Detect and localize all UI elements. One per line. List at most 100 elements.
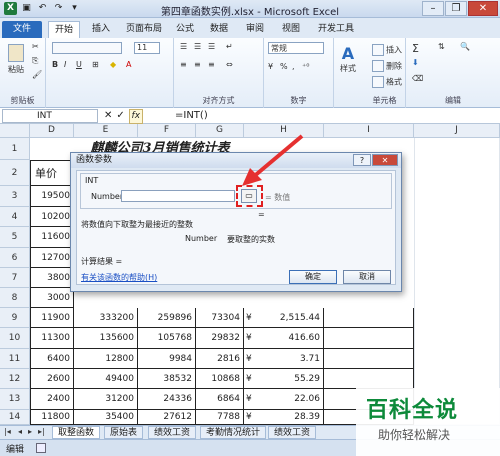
cell-d4[interactable]: 10200	[30, 207, 74, 227]
sheet-tab-int[interactable]: 取整函数	[52, 426, 101, 439]
sheet-tab-performance-2[interactable]: 绩效工资	[268, 426, 317, 439]
fill-color-icon[interactable]: ◆	[110, 60, 116, 69]
table-cell-h[interactable]: 2,515.44	[258, 308, 324, 328]
last-sheet-icon[interactable]: ▸|	[38, 427, 45, 436]
macro-record-icon[interactable]	[36, 443, 46, 453]
table-cell-f[interactable]: 38532	[138, 369, 196, 389]
cell-d5[interactable]: 11600	[30, 227, 74, 248]
table-cell-g[interactable]: 73304	[196, 308, 244, 328]
table-cell-d[interactable]: 2600	[30, 369, 74, 389]
dialog-help-button[interactable]: ?	[353, 154, 371, 166]
font-name-select[interactable]	[52, 42, 124, 54]
row-header-11[interactable]: 11	[0, 349, 30, 369]
table-cell-cur[interactable]: ¥	[244, 369, 258, 389]
tab-page-layout[interactable]: 页面布局	[120, 21, 168, 38]
first-sheet-icon[interactable]: |◂	[4, 427, 11, 436]
tab-review[interactable]: 审阅	[240, 21, 270, 38]
number-arg-input[interactable]	[121, 190, 235, 202]
table-cell-e[interactable]: 135600	[74, 328, 138, 349]
copy-icon[interactable]: ⎘	[32, 56, 38, 66]
align-bottom-icon[interactable]: ☰	[208, 42, 215, 51]
table-cell-e[interactable]: 333200	[74, 308, 138, 328]
cancel-icon[interactable]: ✕	[104, 109, 112, 124]
format-painter-icon[interactable]: 🖌	[32, 70, 42, 79]
cell-d6[interactable]: 12700	[30, 248, 74, 268]
sheet-tab-attendance[interactable]: 考勤情况统计	[200, 426, 267, 439]
row-header-14[interactable]: 14	[0, 410, 30, 425]
restore-button[interactable]: ❐	[445, 1, 467, 16]
font-size-select[interactable]: 11	[134, 42, 160, 54]
column-header-e[interactable]: E	[74, 124, 138, 138]
table-cell-cur[interactable]: ¥	[244, 328, 258, 349]
table-cell-d[interactable]: 6400	[30, 349, 74, 369]
format-cells-button[interactable]: 格式	[372, 76, 402, 88]
row-header-5[interactable]: 5	[0, 227, 30, 248]
autosum-icon[interactable]: Σ	[412, 42, 419, 55]
styles-button[interactable]: A 样式	[340, 44, 356, 74]
column-header-f[interactable]: F	[138, 124, 196, 138]
name-box[interactable]: INT	[2, 109, 98, 123]
comma-icon[interactable]: ,	[292, 62, 295, 71]
table-cell-f[interactable]: 9984	[138, 349, 196, 369]
border-icon[interactable]: ⊞	[92, 60, 99, 69]
table-cell-e[interactable]: 49400	[74, 369, 138, 389]
table-cell-g[interactable]: 2816	[196, 349, 244, 369]
table-cell-h[interactable]: 55.29	[258, 369, 324, 389]
minimize-button[interactable]: –	[422, 1, 444, 16]
column-header-d[interactable]: D	[30, 124, 74, 138]
row-header-2[interactable]: 2	[0, 160, 30, 186]
table-cell-i[interactable]	[324, 328, 414, 349]
table-cell-cur[interactable]: ¥	[244, 308, 258, 328]
bold-icon[interactable]: B	[52, 60, 58, 69]
column-header-i[interactable]: I	[324, 124, 414, 138]
cell-d8[interactable]: 3000	[30, 288, 74, 308]
align-center-icon[interactable]: ≡	[194, 60, 201, 69]
column-j-area[interactable]	[414, 138, 500, 425]
merge-center-icon[interactable]: ⇔	[226, 60, 233, 69]
table-cell-e[interactable]: 31200	[74, 389, 138, 410]
delete-cells-button[interactable]: 删除	[372, 60, 402, 72]
prev-sheet-icon[interactable]: ◂	[18, 427, 22, 436]
row-header-1[interactable]: 1	[0, 138, 30, 160]
accounting-format-icon[interactable]: ¥	[268, 62, 273, 71]
table-cell-h[interactable]: 416.60	[258, 328, 324, 349]
table-cell-h[interactable]: 3.71	[258, 349, 324, 369]
close-button[interactable]: ✕	[468, 1, 498, 16]
table-cell-f[interactable]: 24336	[138, 389, 196, 410]
align-top-icon[interactable]: ☰	[180, 42, 187, 51]
table-cell-d[interactable]: 11800	[30, 410, 74, 425]
table-cell-i[interactable]	[324, 308, 414, 328]
dialog-close-button[interactable]: ✕	[372, 154, 398, 166]
table-cell-h[interactable]: 28.39	[258, 410, 324, 425]
row-header-13[interactable]: 13	[0, 389, 30, 410]
row-header-6[interactable]: 6	[0, 248, 30, 268]
align-middle-icon[interactable]: ☰	[194, 42, 201, 51]
ok-button[interactable]: 确定	[289, 270, 337, 284]
next-sheet-icon[interactable]: ▸	[28, 427, 32, 436]
underline-icon[interactable]: U	[76, 60, 82, 69]
row-header-9[interactable]: 9	[0, 308, 30, 328]
cell-d7[interactable]: 3800	[30, 268, 74, 288]
cancel-button[interactable]: 取消	[343, 270, 391, 284]
tab-data[interactable]: 数据	[204, 21, 234, 38]
table-cell-f[interactable]: 27612	[138, 410, 196, 425]
row-header-7[interactable]: 7	[0, 268, 30, 288]
font-color-icon[interactable]: A	[126, 60, 131, 69]
table-cell-h[interactable]: 22.06	[258, 389, 324, 410]
tab-view[interactable]: 视图	[276, 21, 306, 38]
row-header-3[interactable]: 3	[0, 186, 30, 207]
italic-icon[interactable]: I	[64, 60, 66, 69]
table-cell-d[interactable]: 2400	[30, 389, 74, 410]
clear-icon[interactable]: ⌫	[412, 74, 423, 83]
align-left-icon[interactable]: ≡	[180, 60, 187, 69]
align-right-icon[interactable]: ≡	[208, 60, 215, 69]
tab-insert[interactable]: 插入	[86, 21, 116, 38]
table-cell-g[interactable]: 29832	[196, 328, 244, 349]
percent-icon[interactable]: %	[280, 62, 288, 71]
table-cell-g[interactable]: 6864	[196, 389, 244, 410]
increase-decimal-icon[interactable]: ⁺⁰	[302, 62, 309, 71]
sheet-tab-performance[interactable]: 绩效工资	[148, 426, 197, 439]
table-cell-d[interactable]: 11300	[30, 328, 74, 349]
wrap-text-icon[interactable]: ↵	[226, 42, 233, 51]
table-cell-cur[interactable]: ¥	[244, 349, 258, 369]
